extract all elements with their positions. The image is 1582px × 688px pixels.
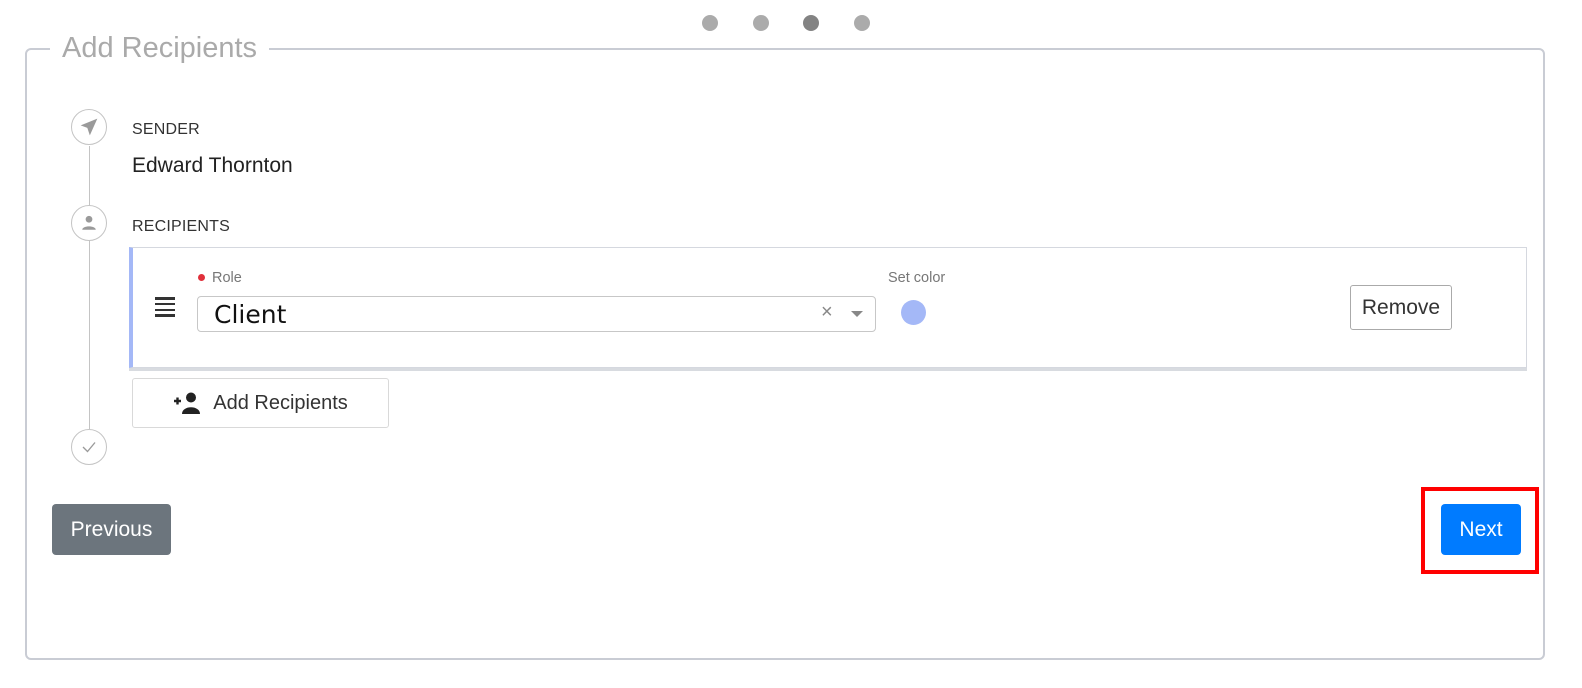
check-icon [82, 442, 96, 453]
send-icon [80, 118, 98, 136]
timeline-step-recipients [71, 205, 107, 241]
previous-button[interactable]: Previous [52, 504, 171, 555]
color-swatch[interactable] [901, 300, 926, 325]
role-select[interactable]: Client × [197, 296, 876, 332]
recipients-label: RECIPIENTS [132, 218, 231, 235]
timeline-step-sender [71, 109, 107, 145]
step-dot-4[interactable] [854, 15, 870, 31]
set-color-label: Set color [888, 270, 946, 286]
timeline-line [89, 146, 90, 429]
role-label: Role [198, 270, 242, 286]
chevron-down-icon[interactable] [851, 311, 863, 317]
section-title: Add Recipients [50, 28, 270, 68]
clear-icon[interactable]: × [821, 301, 833, 324]
person-icon [82, 215, 96, 230]
add-recipients-label: Add Recipients [213, 391, 348, 414]
required-indicator [198, 273, 205, 281]
add-recipients-button[interactable]: Add Recipients [132, 378, 389, 428]
step-dot-2[interactable] [753, 15, 769, 31]
sender-label: SENDER [132, 121, 200, 138]
sender-name: Edward Thornton [132, 154, 293, 177]
remove-button[interactable]: Remove [1350, 285, 1452, 330]
drag-handle-icon[interactable] [155, 297, 175, 320]
timeline-step-complete [71, 429, 107, 465]
next-button[interactable]: Next [1441, 504, 1521, 555]
role-value: Client [214, 300, 287, 329]
person-add-icon [174, 392, 201, 414]
recipient-card: Role Client × Set color Remove [129, 247, 1527, 368]
step-dot-3-active[interactable] [803, 15, 819, 31]
step-dot-1[interactable] [702, 15, 718, 31]
role-label-text: Role [212, 270, 242, 286]
